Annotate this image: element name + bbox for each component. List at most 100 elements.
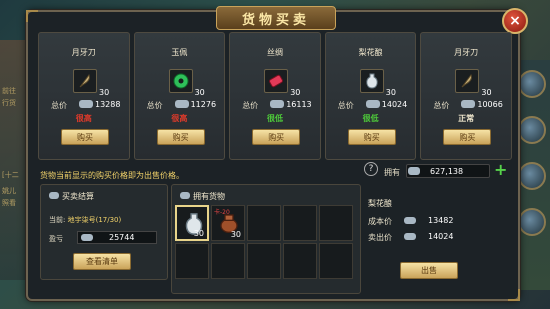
location-value: 地宇柒号(17/30) xyxy=(67,216,122,224)
owned-currency-value: 627,138 xyxy=(430,167,464,176)
buy-button[interactable]: 购买 xyxy=(156,129,205,145)
location-label: 当前: xyxy=(49,216,66,224)
goods-slot[interactable] xyxy=(359,69,384,93)
help-icon[interactable]: ? xyxy=(364,162,378,176)
goods-card: 丝绸 30 总价 16113 很低 购买 xyxy=(229,32,321,160)
silver-icon xyxy=(270,100,285,108)
trade-window: 货物买卖 × 月牙刀 30 总价 13288 很高 购买 玉佩 30 总价 11… xyxy=(26,6,528,301)
owned-goods-header: 拥有货物 xyxy=(180,191,225,202)
goods-qty: 30 xyxy=(385,88,396,97)
close-button[interactable]: × xyxy=(502,8,528,34)
silver-icon xyxy=(49,192,59,199)
goods-slot[interactable] xyxy=(264,69,289,93)
price-value: 14024 xyxy=(381,100,408,109)
owned-slot-empty[interactable] xyxy=(283,243,317,279)
skill-icon xyxy=(518,208,546,236)
goods-name: 月牙刀 xyxy=(71,48,96,57)
view-list-button[interactable]: 查看清单 xyxy=(73,253,131,270)
goods-slot[interactable] xyxy=(168,69,193,93)
goods-slot[interactable] xyxy=(455,69,480,93)
profit-loss-value: 25744 xyxy=(109,233,135,242)
goods-name: 丝绸 xyxy=(266,48,283,57)
skill-icon xyxy=(518,70,546,98)
owned-slot-empty[interactable] xyxy=(319,205,353,241)
silver-icon xyxy=(408,167,420,175)
location-row: 当前: 地宇柒号(17/30) xyxy=(49,215,121,225)
jade-pendant-icon xyxy=(173,73,189,89)
owned-slot-empty[interactable] xyxy=(175,243,209,279)
detail-goods-name: 梨花酿 xyxy=(368,199,392,208)
price-label: 总价 xyxy=(51,101,67,110)
window-title-plate: 货物买卖 xyxy=(216,6,336,30)
silver-icon xyxy=(180,192,190,199)
owned-goods-title: 拥有货物 xyxy=(193,192,225,201)
wine-jug-icon xyxy=(366,73,378,89)
goods-qty: 30 xyxy=(194,88,205,97)
cost-price-label: 成本价 xyxy=(368,217,392,226)
silk-roll-icon xyxy=(269,74,284,88)
sell-price-value: 14024 xyxy=(428,232,454,241)
owned-slot-empty[interactable] xyxy=(283,205,317,241)
goods-name: 玉佩 xyxy=(171,48,188,57)
owned-slot-empty[interactable] xyxy=(247,205,281,241)
price-label: 总价 xyxy=(337,101,354,110)
selected-goods-detail: 梨花酿 成本价 13482 卖出价 14024 出售 xyxy=(364,184,512,294)
goods-qty: 30 xyxy=(481,88,492,97)
profit-loss-label: 盈亏 xyxy=(49,235,63,243)
goods-slot[interactable] xyxy=(73,69,97,93)
owned-slot-empty[interactable] xyxy=(247,243,281,279)
silver-icon xyxy=(174,100,189,108)
silver-icon xyxy=(461,100,476,108)
goods-list: 月牙刀 30 总价 13288 很高 购买 玉佩 30 总价 11276 很高 … xyxy=(38,32,512,162)
owned-goods-grid: 30 卡-20 30 xyxy=(175,205,353,279)
settlement-panel: 买卖结算 当前: 地宇柒号(17/30) 盈亏 25744 查看清单 xyxy=(40,184,168,280)
owned-slot[interactable]: 卡-20 30 xyxy=(211,205,245,241)
goods-qty: 30 xyxy=(290,88,301,97)
settlement-header: 买卖结算 xyxy=(49,191,94,202)
price-status: 很高 xyxy=(171,114,188,123)
silver-icon xyxy=(365,100,380,108)
owned-currency-label: 拥有 xyxy=(384,168,400,177)
silver-icon xyxy=(81,234,93,241)
owned-qty: 30 xyxy=(230,230,241,239)
price-value: 10066 xyxy=(477,100,503,109)
silver-icon xyxy=(404,233,416,240)
buy-button[interactable]: 购买 xyxy=(61,129,109,145)
sell-price-label: 卖出价 xyxy=(368,233,392,242)
price-status: 正常 xyxy=(458,114,475,123)
price-status: 很低 xyxy=(362,114,379,123)
buy-button[interactable]: 购买 xyxy=(252,129,301,145)
crescent-blade-icon xyxy=(79,73,90,88)
price-value: 11276 xyxy=(190,100,217,109)
settlement-title: 买卖结算 xyxy=(62,192,94,201)
add-currency-icon[interactable]: + xyxy=(494,160,507,179)
goods-name: 梨花酿 xyxy=(358,48,383,57)
price-status: 很低 xyxy=(266,114,283,123)
buy-button[interactable]: 购买 xyxy=(347,129,396,145)
owned-slot-empty[interactable] xyxy=(319,243,353,279)
owned-slot-empty[interactable] xyxy=(211,243,245,279)
sell-button[interactable]: 出售 xyxy=(400,262,458,279)
window-title: 货物买卖 xyxy=(241,12,310,28)
goods-card: 月牙刀 30 总价 13288 很高 购买 xyxy=(38,32,130,160)
silver-icon xyxy=(79,100,93,108)
skill-icon xyxy=(518,162,546,190)
cost-price-value: 13482 xyxy=(428,216,454,225)
owned-slot-selected[interactable]: 30 xyxy=(175,205,209,241)
buy-button[interactable]: 购买 xyxy=(443,129,492,145)
price-label: 总价 xyxy=(146,101,163,110)
skill-icon xyxy=(518,116,546,144)
price-value: 16113 xyxy=(286,100,312,109)
goods-qty: 30 xyxy=(99,88,110,97)
crescent-blade-icon xyxy=(461,73,473,88)
goods-card: 玉佩 30 总价 11276 很高 购买 xyxy=(133,32,226,160)
price-label: 总价 xyxy=(242,101,259,110)
price-value: 13288 xyxy=(95,100,121,109)
frame-corner xyxy=(26,10,38,22)
close-icon: × xyxy=(509,13,521,29)
silver-icon xyxy=(404,217,416,224)
owned-qty: 30 xyxy=(193,229,204,238)
goods-card: 月牙刀 30 总价 10066 正常 购买 xyxy=(420,32,512,160)
goods-card: 梨花酿 30 总价 14024 很低 购买 xyxy=(324,32,417,160)
owned-goods-panel: 拥有货物 30 卡-20 30 xyxy=(171,184,361,294)
